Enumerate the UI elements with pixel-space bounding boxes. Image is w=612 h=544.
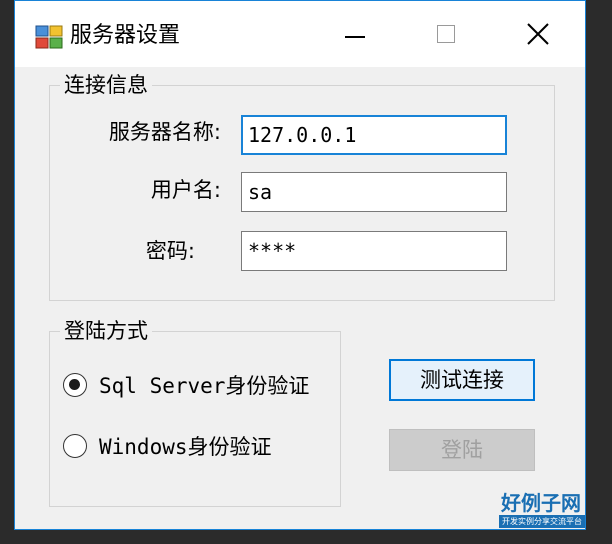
radio-sql-server-label: Sql Server身份验证 <box>99 374 310 398</box>
connection-group-legend: 连接信息 <box>60 72 152 98</box>
username-input[interactable] <box>241 172 507 212</box>
radio-button-checked[interactable] <box>63 373 87 397</box>
password-label: 密码: <box>145 239 195 263</box>
login-method-legend: 登陆方式 <box>60 318 152 344</box>
password-input[interactable] <box>241 231 507 271</box>
login-button[interactable]: 登陆 <box>389 429 535 471</box>
watermark-subtitle: 开发实例分享交流平台 <box>499 515 585 528</box>
close-icon <box>527 23 549 45</box>
server-name-input[interactable] <box>241 115 507 155</box>
server-name-label: 服务器名称: <box>108 120 221 144</box>
username-label: 用户名: <box>150 178 221 202</box>
radio-button-unchecked[interactable] <box>63 434 87 458</box>
login-method-group: 登陆方式 <box>49 318 341 507</box>
title-bar: 服务器设置 <box>15 1 585 67</box>
minimize-button[interactable] <box>333 11 379 57</box>
window-title: 服务器设置 <box>70 23 181 48</box>
close-button[interactable] <box>515 11 561 57</box>
watermark-title: 好例子网 <box>501 491 581 515</box>
settings-window: 服务器设置 连接信息 服务器名称: 用户名: 密码: 登陆方式 Sql Serv… <box>14 0 586 530</box>
maximize-button[interactable] <box>425 11 471 57</box>
test-connection-button[interactable]: 测试连接 <box>389 359 535 401</box>
site-watermark-logo: 好例子网 开发实例分享交流平台 <box>485 491 601 531</box>
radio-windows-label: Windows身份验证 <box>99 435 272 459</box>
app-icon <box>35 25 63 49</box>
